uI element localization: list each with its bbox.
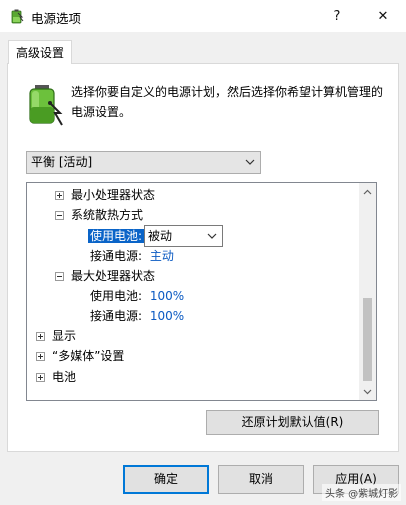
tree-item-label: 显示 (52, 329, 77, 343)
tree-item-cooling-on-battery[interactable]: 使用电池: (88, 226, 145, 246)
ok-button[interactable]: 确定 (123, 465, 209, 494)
setting-value-link[interactable]: 100% (150, 289, 184, 303)
power-plan-select[interactable]: 平衡 [活动] (26, 151, 261, 174)
restore-plan-defaults-button[interactable]: 还原计划默认值(R) (206, 410, 379, 435)
cancel-button[interactable]: 取消 (218, 465, 304, 494)
window-title: 电源选项 (31, 11, 82, 26)
tree-item-label: 最大处理器状态 (71, 269, 156, 283)
tree-item-label: 系统散热方式 (71, 208, 144, 222)
tree-item-label: “多媒体”设置 (52, 349, 125, 363)
scrollbar-thumb[interactable] (363, 298, 372, 381)
close-button[interactable]: ✕ (360, 0, 406, 32)
tab-advanced-settings[interactable]: 高级设置 (8, 40, 72, 64)
title-bar: 电源选项 ? ✕ (0, 0, 406, 32)
expand-plus-icon[interactable] (36, 332, 45, 341)
cooling-battery-select[interactable]: 被动 (144, 225, 223, 247)
cooling-battery-value: 被动 (148, 229, 173, 243)
collapse-minus-icon[interactable] (55, 272, 64, 281)
chevron-down-icon (207, 233, 217, 239)
setting-label: 接通电源: (90, 309, 143, 323)
power-options-icon (11, 9, 24, 24)
description-text: 选择你要自定义的电源计划，然后选择你希望计算机管理的电源设置。 (71, 85, 384, 119)
vertical-scrollbar[interactable] (359, 183, 376, 400)
tree-item-max-plugged-in[interactable]: 接通电源: 100% (90, 306, 184, 326)
expand-plus-icon[interactable] (55, 191, 64, 200)
setting-label: 接通电源: (90, 249, 143, 263)
expand-plus-icon[interactable] (36, 373, 45, 382)
tree-item-label: 电池 (52, 370, 77, 384)
setting-value-link[interactable]: 100% (150, 309, 184, 323)
collapse-minus-icon[interactable] (55, 211, 64, 220)
chevron-down-icon (363, 389, 372, 394)
scroll-down-button[interactable] (359, 383, 376, 400)
expand-plus-icon[interactable] (36, 352, 45, 361)
battery-power-icon (29, 85, 63, 126)
setting-value-link[interactable]: 主动 (150, 249, 174, 263)
tree-item-label: 最小处理器状态 (71, 188, 156, 202)
settings-tree[interactable]: 最小处理器状态 系统散热方式 使用电池: 被动 接通电源: 主动 最大处理器状态… (26, 182, 377, 401)
chevron-up-icon (363, 189, 372, 194)
setting-label-selected: 使用电池: (88, 229, 145, 243)
watermark-text: 头条 @紫城灯影 (322, 484, 402, 501)
tree-item-cooling-plugged-in[interactable]: 接通电源: 主动 (90, 246, 174, 266)
scroll-up-button[interactable] (359, 183, 376, 200)
help-button[interactable]: ? (314, 0, 360, 32)
tree-item-max-on-battery[interactable]: 使用电池: 100% (90, 286, 184, 306)
setting-label: 使用电池: (90, 289, 143, 303)
chevron-down-icon (245, 159, 255, 165)
power-plan-value: 平衡 [活动] (31, 155, 93, 169)
